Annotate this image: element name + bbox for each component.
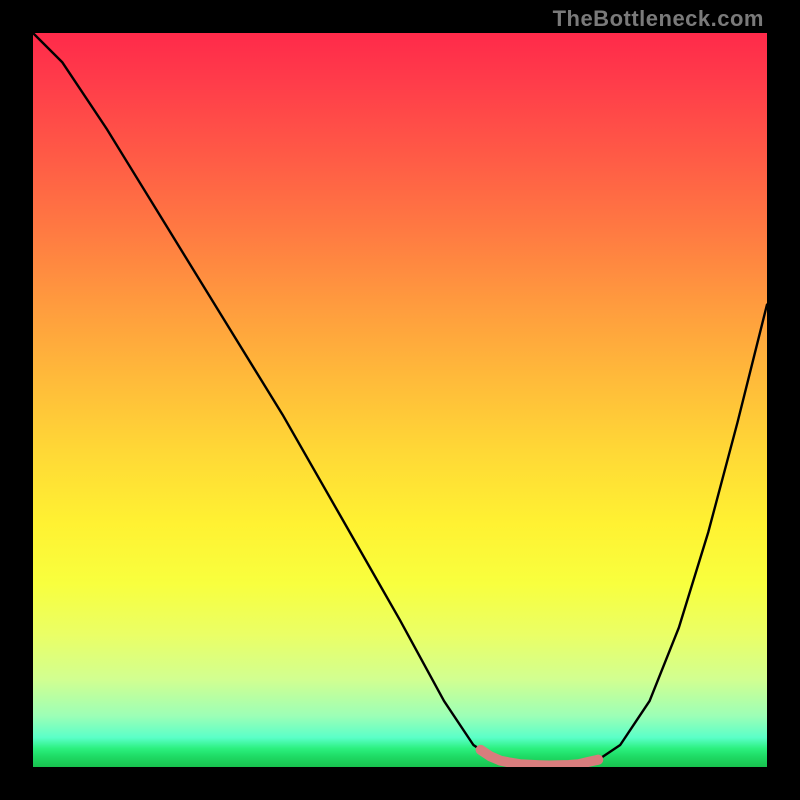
plot-background: [33, 33, 767, 767]
chart-container: TheBottleneck.com: [0, 0, 800, 800]
watermark-text: TheBottleneck.com: [553, 6, 764, 32]
